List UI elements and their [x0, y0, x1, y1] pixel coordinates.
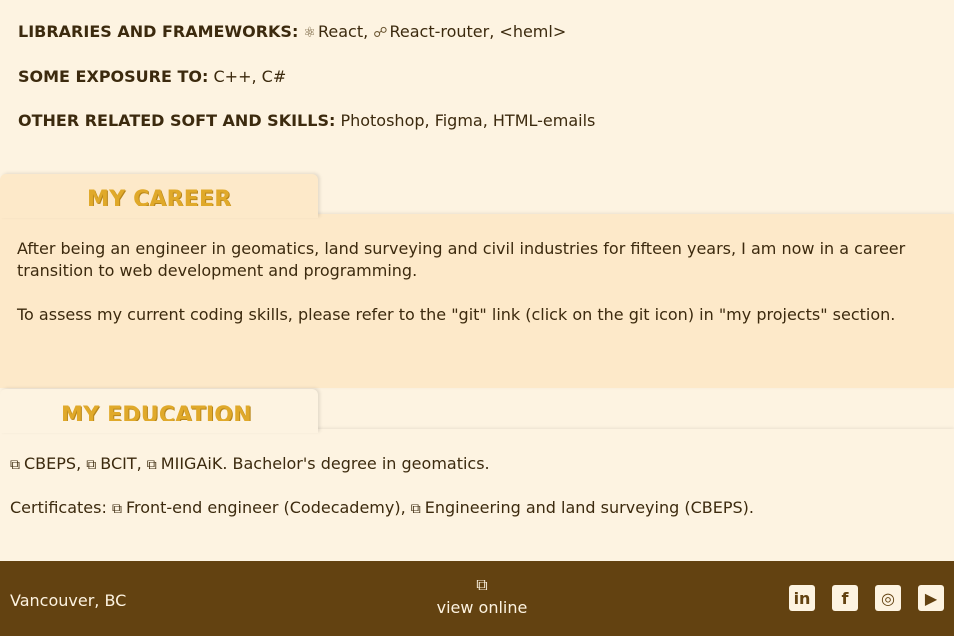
- libraries-label: LIBRARIES AND FRAMEWORKS:: [18, 22, 299, 41]
- external-link-icon: ⧉: [10, 457, 20, 473]
- location-text: Vancouver, BC: [10, 591, 127, 610]
- libraries-line: LIBRARIES AND FRAMEWORKS: ⚛ React, ☍ React…: [18, 22, 566, 41]
- external-link-icon: ⧉: [86, 457, 97, 473]
- react-router-text: React-router,: [389, 22, 495, 41]
- school-link-bcit[interactable]: BCIT,: [100, 454, 141, 473]
- facebook-icon[interactable]: f: [832, 585, 858, 611]
- career-paragraph-1: After being an engineer in geomatics, la…: [17, 239, 906, 280]
- external-link-icon: ⧉: [410, 501, 421, 517]
- other-skills-label: OTHER RELATED SOFT AND SKILLS:: [18, 111, 336, 130]
- view-online-link[interactable]: ⧉ view online: [400, 575, 564, 618]
- instagram-icon[interactable]: ◎: [875, 585, 901, 611]
- certificate-link-codecademy[interactable]: Front-end engineer (Codecademy),: [126, 498, 406, 517]
- certificates-line: Certificates: ⧉ Front-end engineer (Codec…: [10, 498, 754, 517]
- career-paragraph-2: To assess my current coding skills, plea…: [17, 305, 896, 324]
- view-online-label: view online: [436, 598, 528, 617]
- exposure-line: SOME EXPOSURE TO: C++, C#: [18, 67, 286, 86]
- certificate-link-cbeps[interactable]: Engineering and land surveying (CBEPS).: [425, 498, 754, 517]
- school-link-miigaik[interactable]: MIIGAiK.: [161, 454, 228, 473]
- career-tab-join: [0, 206, 318, 218]
- education-tab-join: [0, 421, 318, 433]
- react-icon: ⚛: [303, 25, 316, 41]
- external-link-icon: ⧉: [476, 575, 488, 594]
- external-link-icon: ⧉: [111, 501, 122, 517]
- exposure-label: SOME EXPOSURE TO:: [18, 67, 209, 86]
- heml-text: <heml>: [499, 22, 567, 41]
- education-section: ⧉ CBEPS, ⧉ BCIT, ⧉ MIIGAiK. Bachelor's degr…: [0, 429, 954, 561]
- school-link-cbeps[interactable]: CBEPS,: [24, 454, 81, 473]
- other-skills-line: OTHER RELATED SOFT AND SKILLS: Photoshop…: [18, 111, 595, 130]
- footer: Vancouver, BC ⧉ view online in f ◎ ▶: [0, 561, 954, 636]
- certificates-label: Certificates:: [10, 498, 107, 517]
- react-router-icon: ☍: [373, 25, 388, 41]
- education-schools-line: ⧉ CBEPS, ⧉ BCIT, ⧉ MIIGAiK. Bachelor's degr…: [10, 454, 490, 473]
- social-links: in f ◎ ▶: [789, 585, 944, 611]
- exposure-value: C++, C#: [213, 67, 287, 86]
- linkedin-icon[interactable]: in: [789, 585, 815, 611]
- youtube-icon[interactable]: ▶: [918, 585, 944, 611]
- react-text: React,: [318, 22, 369, 41]
- skills-section: LIBRARIES AND FRAMEWORKS: ⚛ React, ☍ React…: [0, 0, 954, 174]
- career-section: After being an engineer in geomatics, la…: [0, 214, 954, 388]
- external-link-icon: ⧉: [146, 457, 157, 473]
- degree-text: Bachelor's degree in geomatics.: [232, 454, 490, 473]
- other-skills-value: Photoshop, Figma, HTML-emails: [340, 111, 596, 130]
